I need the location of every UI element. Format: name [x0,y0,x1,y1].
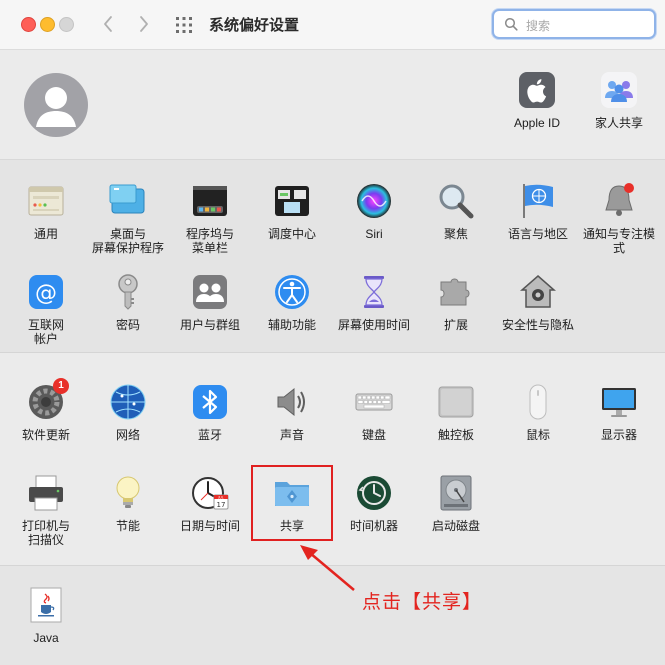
back-button[interactable] [98,12,118,36]
pref-trackpad[interactable]: 触控板 [415,382,497,442]
show-all-button[interactable] [175,16,193,34]
forward-button[interactable] [134,12,154,36]
pref-general[interactable]: 通用 [5,181,87,241]
disk-icon [440,475,472,511]
clock-icon: JUL 17 [192,477,229,510]
pref-dock-menubar[interactable]: 程序坞与 菜单栏 [169,181,251,255]
house-icon [520,275,556,308]
pref-sound[interactable]: 声音 [251,382,333,442]
pref-notifications-focus[interactable]: 通知与专注模式 [578,181,660,255]
annotation-arrow-icon [300,545,355,591]
pref-apple-id[interactable]: Apple ID [496,70,578,130]
at-icon: @ [29,275,63,309]
update-count-badge: 1 [53,378,69,394]
puzzle-icon [440,278,470,306]
pref-java[interactable]: Java [5,585,87,645]
flag-icon [523,184,553,218]
mission-control-icon [275,186,309,216]
pref-time-machine[interactable]: 时间机器 [333,473,415,533]
zoom-button[interactable] [59,17,74,32]
general-icon [28,186,64,216]
bell-icon [605,183,634,216]
pref-language-region[interactable]: 语言与地区 [497,181,579,241]
pref-screen-time[interactable]: 屏幕使用时间 [333,272,415,332]
user-avatar[interactable] [24,73,88,137]
mouse-icon [529,384,547,420]
pref-bluetooth[interactable]: 蓝牙 [169,382,251,442]
globe-icon [110,384,146,420]
search-icon [504,17,518,31]
magnifier-icon [439,184,474,219]
grid-icon [176,17,192,33]
monitor-icon [602,388,636,417]
pref-mission-control[interactable]: 调度中心 [251,181,333,241]
key-icon [118,274,138,310]
apple-logo-icon [519,72,555,108]
title-bar: 系统偏好设置 搜索 [0,0,665,50]
pref-startup-disk[interactable]: 启动磁盘 [415,473,497,533]
java-icon [30,587,62,623]
pref-passwords[interactable]: 密码 [87,272,169,332]
pref-extensions[interactable]: 扩展 [415,272,497,332]
keyboard-icon [355,393,393,411]
pref-internet-accounts[interactable]: @ 互联网 帐户 [5,272,87,346]
family-icon [601,72,637,108]
calendar-day: 17 [217,501,226,509]
minimize-button[interactable] [40,17,55,32]
person-silhouette-icon [36,87,76,127]
close-button[interactable] [21,17,36,32]
pref-family-sharing[interactable]: 家人共享 [578,70,660,130]
sharing-highlight-box [251,465,333,541]
chevron-right-icon [140,16,148,32]
pref-date-time[interactable]: JUL 17 日期与时间 [169,473,251,533]
window-title: 系统偏好设置 [209,17,300,34]
calendar-month: JUL [217,496,223,500]
dock-icon [193,186,227,216]
pref-spotlight[interactable]: 聚焦 [415,181,497,241]
hourglass-icon [364,276,384,308]
pref-siri[interactable]: Siri [333,181,415,241]
pref-users-groups[interactable]: 用户与群组 [169,272,251,332]
search-placeholder: 搜索 [526,19,551,33]
desktop-icon [109,184,145,214]
speaker-icon [277,387,305,417]
time-machine-icon [357,476,391,510]
pref-network[interactable]: 网络 [87,382,169,442]
pref-mouse[interactable]: 鼠标 [497,382,579,442]
trackpad-icon [438,386,474,418]
siri-icon [357,184,391,218]
chevron-left-icon [104,16,112,32]
pref-keyboard[interactable]: 键盘 [333,382,415,442]
search-field[interactable]: 搜索 [492,9,656,39]
pref-displays[interactable]: 显示器 [578,382,660,442]
bluetooth-icon [193,385,227,419]
annotation-text: 点击【共享】 [362,592,483,613]
pref-software-update[interactable]: 1 软件更新 [5,378,87,442]
pref-energy-saver[interactable]: 节能 [87,473,169,533]
svg-text:@: @ [35,281,57,306]
users-icon [193,275,227,309]
pref-desktop-screensaver[interactable]: 桌面与 屏幕保护程序 [87,181,169,255]
lightbulb-icon [116,476,140,508]
pref-accessibility[interactable]: 辅助功能 [251,272,333,332]
pref-security-privacy[interactable]: 安全性与隐私 [497,272,579,332]
accessibility-icon [275,275,309,309]
pref-printers-scanners[interactable]: 打印机与 扫描仪 [5,473,87,547]
printer-icon [29,475,63,511]
